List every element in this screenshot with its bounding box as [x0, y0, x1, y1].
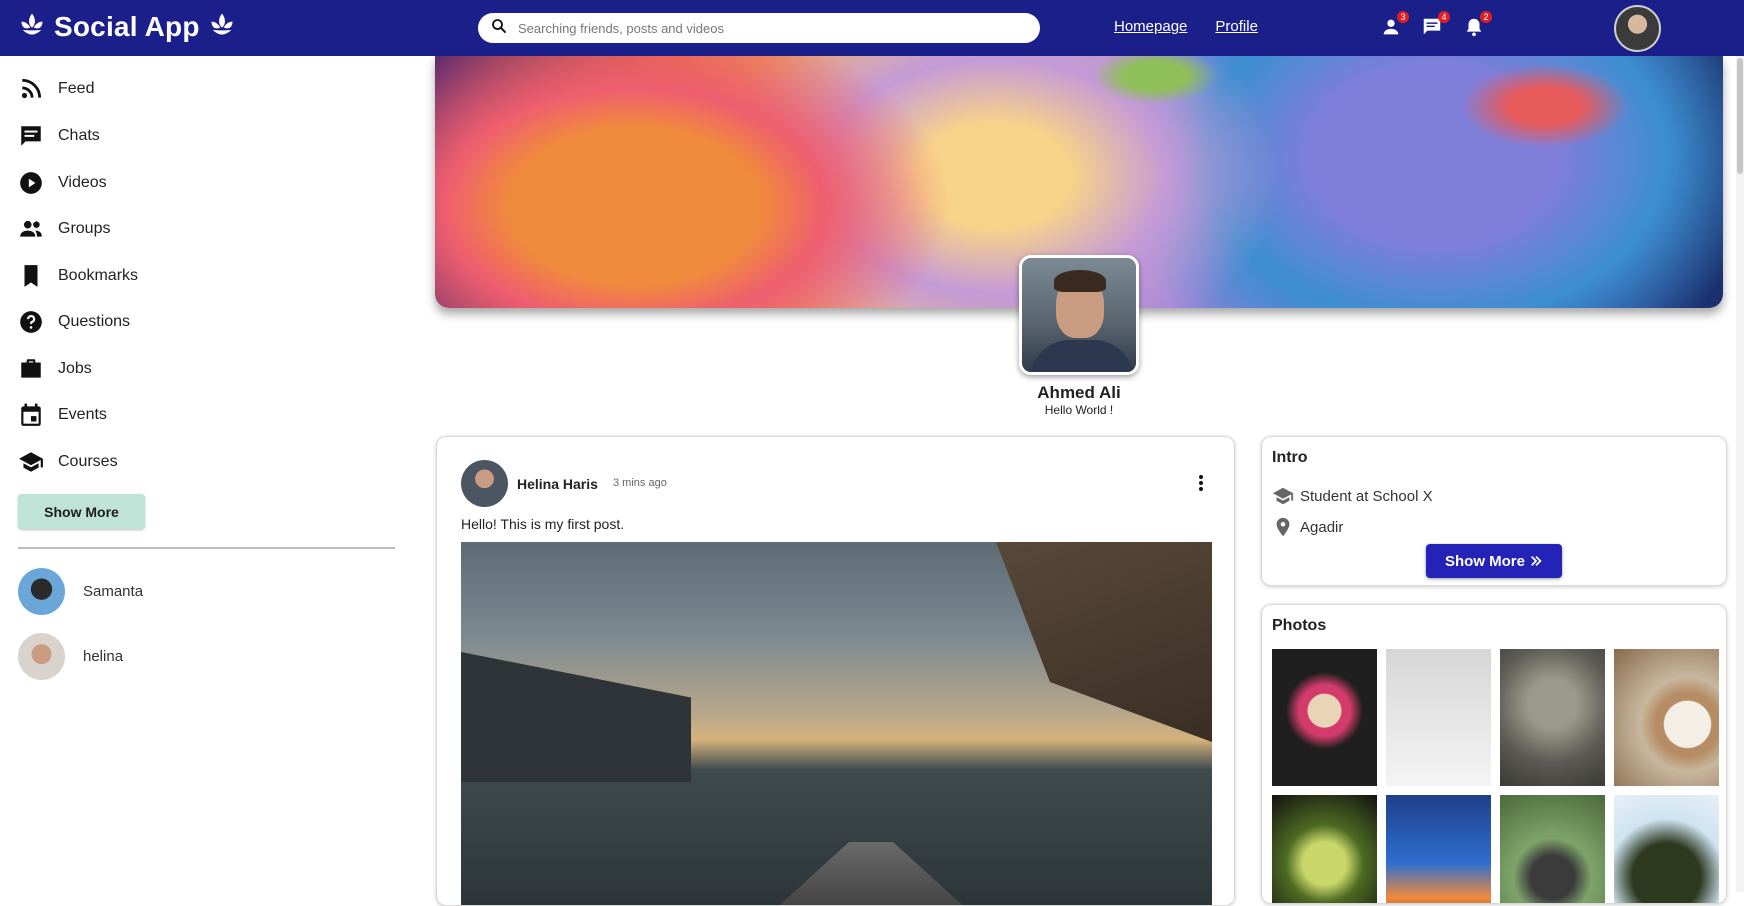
sidebar-item-courses[interactable]: Courses — [18, 449, 118, 475]
user-avatar[interactable] — [1614, 5, 1661, 52]
post-more-options-button[interactable] — [1191, 473, 1211, 493]
lotus-icon — [18, 10, 46, 43]
sidebar-item-bookmarks[interactable]: Bookmarks — [18, 263, 138, 289]
profile-bio: Hello World ! — [1044, 403, 1114, 417]
intro-school-text: Student at School X — [1300, 487, 1433, 505]
school-icon — [1272, 487, 1294, 505]
notifications-button[interactable]: 2 — [1463, 11, 1492, 38]
sidebar-item-feed[interactable]: Feed — [18, 76, 94, 102]
briefcase-icon — [21, 359, 41, 378]
page-scrollbar[interactable] — [1736, 56, 1744, 892]
sidebar-item-label: Questions — [58, 313, 131, 330]
sidebar-item-label: Feed — [58, 80, 95, 97]
sidebar-item-videos[interactable]: Videos — [18, 170, 107, 196]
intro-show-more-label: Show More — [1444, 552, 1525, 570]
lotus-icon — [208, 10, 236, 43]
sidebar-item-events[interactable]: Events — [18, 402, 107, 428]
search-bar[interactable] — [478, 13, 1040, 43]
intro-card: Intro Student at School X Agadir Show Mo… — [1261, 436, 1727, 586]
intro-title: Intro — [1272, 449, 1308, 466]
friend-requests-button[interactable]: 3 — [1380, 11, 1409, 38]
left-sidebar: Feed Chats Videos Groups Bookmarks Quest… — [0, 56, 395, 892]
sidebar-item-groups[interactable]: Groups — [18, 216, 110, 242]
location-pin-icon — [1276, 517, 1290, 537]
app-title: Social App — [54, 10, 200, 42]
friend-item-helina[interactable]: helina — [18, 633, 123, 680]
profile-link[interactable]: Profile — [1215, 18, 1258, 35]
photos-card: Photos — [1261, 604, 1727, 904]
post-text: Hello! This is my first post. — [461, 516, 625, 532]
sidebar-item-jobs[interactable]: Jobs — [18, 356, 92, 382]
intro-location: Agadir — [1272, 516, 1343, 538]
school-icon — [19, 452, 43, 472]
photo-thumbnail[interactable] — [1500, 795, 1605, 903]
friend-requests-badge: 3 — [1397, 11, 1409, 23]
chat-icon — [21, 126, 41, 146]
photo-thumbnail[interactable] — [1614, 795, 1719, 903]
search-icon — [490, 17, 508, 40]
sidebar-item-label: Videos — [58, 174, 107, 191]
search-input[interactable] — [518, 20, 1018, 36]
profile-name: Ahmed Ali — [1037, 383, 1121, 402]
messages-button[interactable]: 4 — [1421, 11, 1450, 38]
sidebar-show-more-button[interactable]: Show More — [18, 494, 145, 529]
play-circle-icon — [20, 172, 42, 194]
double-chevron-right-icon — [1531, 556, 1542, 566]
profile-picture[interactable] — [1019, 255, 1139, 375]
sidebar-item-label: Courses — [58, 453, 118, 470]
sidebar-item-chats[interactable]: Chats — [18, 123, 100, 149]
friend-name: Samanta — [83, 583, 144, 600]
photo-thumbnail[interactable] — [1272, 795, 1377, 903]
post-card: Helina Haris 3 mins ago Hello! This is m… — [436, 436, 1235, 906]
sidebar-item-label: Chats — [58, 127, 100, 144]
homepage-link[interactable]: Homepage — [1114, 18, 1187, 35]
intro-location-text: Agadir — [1300, 518, 1344, 536]
bookmark-icon — [24, 265, 38, 287]
photo-thumbnail[interactable] — [1386, 649, 1491, 786]
app-logo[interactable]: Social App — [18, 10, 236, 43]
scrollbar-thumb[interactable] — [1737, 58, 1743, 174]
photo-thumbnail[interactable] — [1272, 649, 1377, 786]
photo-thumbnail[interactable] — [1614, 649, 1719, 786]
photo-thumbnail[interactable] — [1386, 795, 1491, 903]
messages-badge: 4 — [1438, 11, 1450, 23]
top-navbar: Social App Homepage Profile 3 4 2 — [0, 0, 1744, 56]
sidebar-item-label: Groups — [58, 220, 111, 237]
help-circle-icon — [20, 311, 42, 333]
nav-links: Homepage Profile — [1114, 18, 1258, 35]
more-vertical-icon — [1199, 475, 1203, 491]
intro-show-more-button[interactable]: Show More — [1426, 544, 1562, 578]
sidebar-item-label: Jobs — [58, 360, 92, 377]
sidebar-divider — [18, 547, 395, 549]
post-image[interactable] — [461, 542, 1212, 905]
post-timestamp: 3 mins ago — [613, 477, 667, 489]
intro-school: Student at School X — [1272, 485, 1433, 507]
photo-thumbnail[interactable] — [1500, 649, 1605, 786]
avatar — [18, 568, 65, 615]
avatar — [18, 633, 65, 680]
sidebar-item-label: Bookmarks — [58, 267, 139, 284]
sidebar-item-label: Events — [58, 406, 107, 423]
photos-title: Photos — [1272, 617, 1327, 634]
group-icon — [20, 220, 42, 237]
notifications-badge: 2 — [1480, 11, 1492, 23]
friend-item-samanta[interactable]: Samanta — [18, 568, 143, 615]
friend-name: helina — [83, 648, 124, 665]
calendar-icon — [21, 403, 41, 426]
sidebar-item-questions[interactable]: Questions — [18, 309, 130, 335]
rss-icon — [21, 78, 42, 99]
post-author-name[interactable]: Helina Haris — [517, 476, 598, 492]
post-author-avatar[interactable] — [461, 460, 508, 507]
